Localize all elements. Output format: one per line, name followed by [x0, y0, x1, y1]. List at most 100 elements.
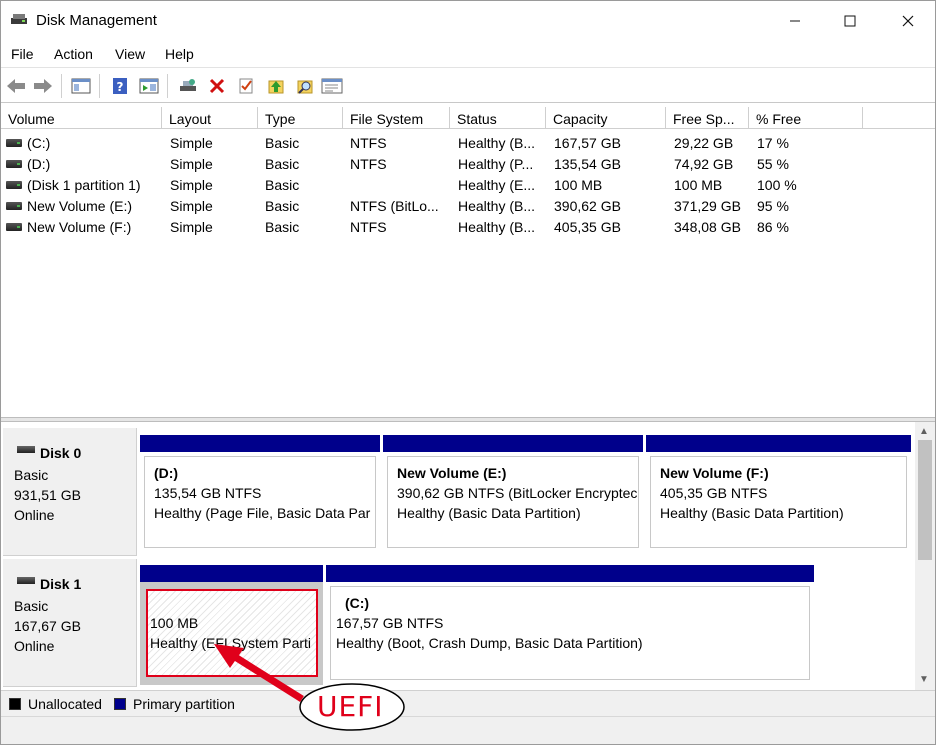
maximize-button[interactable]	[827, 1, 873, 41]
partition-header-bar	[646, 435, 911, 452]
column-header-type[interactable]: Type	[258, 107, 343, 129]
menu-action[interactable]: Action	[54, 46, 93, 62]
close-button[interactable]	[885, 1, 931, 41]
disk-name: Disk 1	[40, 576, 82, 592]
drive-icon	[6, 223, 22, 231]
legend-unallocated: Unallocated	[28, 696, 102, 712]
volume-row[interactable]: New Volume (F:) Simple Basic NTFS Health…	[1, 217, 935, 238]
cell-type: Basic	[265, 177, 300, 193]
partition-name: New Volume (E:)	[397, 465, 507, 481]
status-bar	[1, 716, 935, 744]
cell-free-space: 29,22 GB	[674, 135, 734, 151]
disk-type: Basic	[14, 467, 49, 483]
back-button[interactable]	[5, 75, 27, 97]
partition-e[interactable]: New Volume (E:) 390,62 GB NTFS (BitLocke…	[383, 435, 643, 551]
column-header-layout[interactable]: Layout	[162, 107, 258, 129]
disk-state: Online	[14, 638, 55, 654]
cell-file-system: NTFS	[350, 219, 387, 235]
search-folder-button[interactable]	[294, 75, 316, 97]
cell-type: Basic	[265, 156, 300, 172]
help-icon: ?	[113, 78, 127, 94]
cell-layout: Simple	[170, 156, 213, 172]
partition-box: New Volume (F:) 405,35 GB NTFS Healthy (…	[650, 456, 907, 548]
cell-free-space: 74,92 GB	[674, 156, 734, 172]
disk-1-label[interactable]: Disk 1 Basic 167,67 GB Online	[3, 559, 137, 687]
annotation-uefi-label: UEFI	[317, 690, 384, 723]
legend-primary-partition: Primary partition	[133, 696, 235, 712]
partition-c[interactable]: (C:) 167,57 GB NTFS Healthy (Boot, Crash…	[326, 565, 814, 685]
disk-0-label[interactable]: Disk 0 Basic 931,51 GB Online	[3, 428, 137, 556]
column-header-percent-free[interactable]: % Free	[749, 107, 863, 129]
volume-list: Volume Layout Type File System Status Ca…	[1, 107, 935, 417]
show-hide-console-tree-button[interactable]	[70, 75, 92, 97]
partition-size: 100 MB	[150, 615, 199, 631]
partition-header-bar	[383, 435, 643, 452]
partition-status: Healthy (Basic Data Partition)	[397, 505, 581, 521]
partition-status: Healthy (Page File, Basic Data Par	[154, 505, 371, 521]
help-button[interactable]: ?	[109, 75, 131, 97]
partition-status: Healthy (Boot, Crash Dump, Basic Data Pa…	[336, 635, 643, 651]
minimize-button[interactable]	[772, 1, 818, 41]
maximize-icon	[844, 15, 856, 27]
column-header-empty	[863, 107, 935, 129]
partition-status: Healthy (Basic Data Partition)	[660, 505, 844, 521]
vertical-scrollbar[interactable]: ▲ ▼	[915, 422, 935, 690]
primary-partition-swatch	[114, 698, 126, 710]
disk-icon	[17, 577, 35, 584]
title-bar: Disk Management	[1, 1, 935, 41]
connect-disk-button[interactable]	[177, 75, 199, 97]
check-button[interactable]	[235, 75, 257, 97]
up-folder-button[interactable]	[265, 75, 287, 97]
volume-row[interactable]: (Disk 1 partition 1) Simple Basic Health…	[1, 175, 935, 196]
cell-volume: (Disk 1 partition 1)	[27, 177, 141, 193]
scroll-up-icon[interactable]: ▲	[919, 426, 929, 437]
legend-bar: Unallocated Primary partition	[1, 690, 935, 716]
column-header-status[interactable]: Status	[450, 107, 546, 129]
cell-percent-free: 55 %	[757, 156, 789, 172]
cell-status: Healthy (B...	[458, 135, 536, 151]
cell-status: Healthy (B...	[458, 219, 536, 235]
scroll-thumb[interactable]	[918, 440, 932, 560]
volume-row[interactable]: (C:) Simple Basic NTFS Healthy (B... 167…	[1, 133, 935, 154]
show-hide-action-pane-button[interactable]	[138, 75, 160, 97]
partition-status: Healthy (EFI System Parti	[150, 635, 312, 651]
svg-text:?: ?	[117, 80, 124, 94]
disk-management-app-icon	[11, 14, 27, 24]
cell-status: Healthy (E...	[458, 177, 536, 193]
disk-management-window: Disk Management File Action View Help ?	[0, 0, 936, 745]
column-header-file-system[interactable]: File System	[343, 107, 450, 129]
partition-f[interactable]: New Volume (F:) 405,35 GB NTFS Healthy (…	[646, 435, 911, 551]
cell-type: Basic	[265, 135, 300, 151]
disk-state: Online	[14, 507, 55, 523]
properties-button[interactable]	[321, 75, 343, 97]
partition-name: (C:)	[345, 595, 370, 611]
cell-percent-free: 86 %	[757, 219, 789, 235]
partition-box: (D:) 135,54 GB NTFS Healthy (Page File, …	[144, 456, 376, 548]
volume-row[interactable]: New Volume (E:) Simple Basic NTFS (BitLo…	[1, 196, 935, 217]
cell-status: Healthy (B...	[458, 198, 536, 214]
menu-help[interactable]: Help	[165, 46, 194, 62]
column-header-free-space[interactable]: Free Sp...	[666, 107, 749, 129]
drive-icon	[6, 160, 22, 168]
partition-d[interactable]: (D:) 135,54 GB NTFS Healthy (Page File, …	[140, 435, 380, 551]
menu-file[interactable]: File	[11, 46, 34, 62]
console-tree-icon	[71, 78, 91, 94]
volume-row[interactable]: (D:) Simple Basic NTFS Healthy (P... 135…	[1, 154, 935, 175]
partition-size: 167,57 GB NTFS	[336, 615, 444, 631]
forward-button[interactable]	[32, 75, 54, 97]
cell-layout: Simple	[170, 177, 213, 193]
column-header-capacity[interactable]: Capacity	[546, 107, 666, 129]
partition-header-bar	[140, 435, 380, 452]
delete-button[interactable]	[206, 75, 228, 97]
disk-type: Basic	[14, 598, 49, 614]
menu-view[interactable]: View	[115, 46, 145, 62]
partition-box: New Volume (E:) 390,62 GB NTFS (BitLocke…	[387, 456, 639, 548]
connect-disk-icon	[180, 79, 196, 91]
partition-efi[interactable]: 100 MB Healthy (EFI System Parti	[140, 565, 323, 685]
cell-capacity: 405,35 GB	[554, 219, 621, 235]
toolbar-separator	[167, 74, 168, 98]
scroll-down-icon[interactable]: ▼	[919, 674, 929, 685]
cell-capacity: 100 MB	[554, 177, 603, 193]
column-header-volume[interactable]: Volume	[1, 107, 162, 129]
up-arrow-folder-icon	[268, 80, 284, 94]
